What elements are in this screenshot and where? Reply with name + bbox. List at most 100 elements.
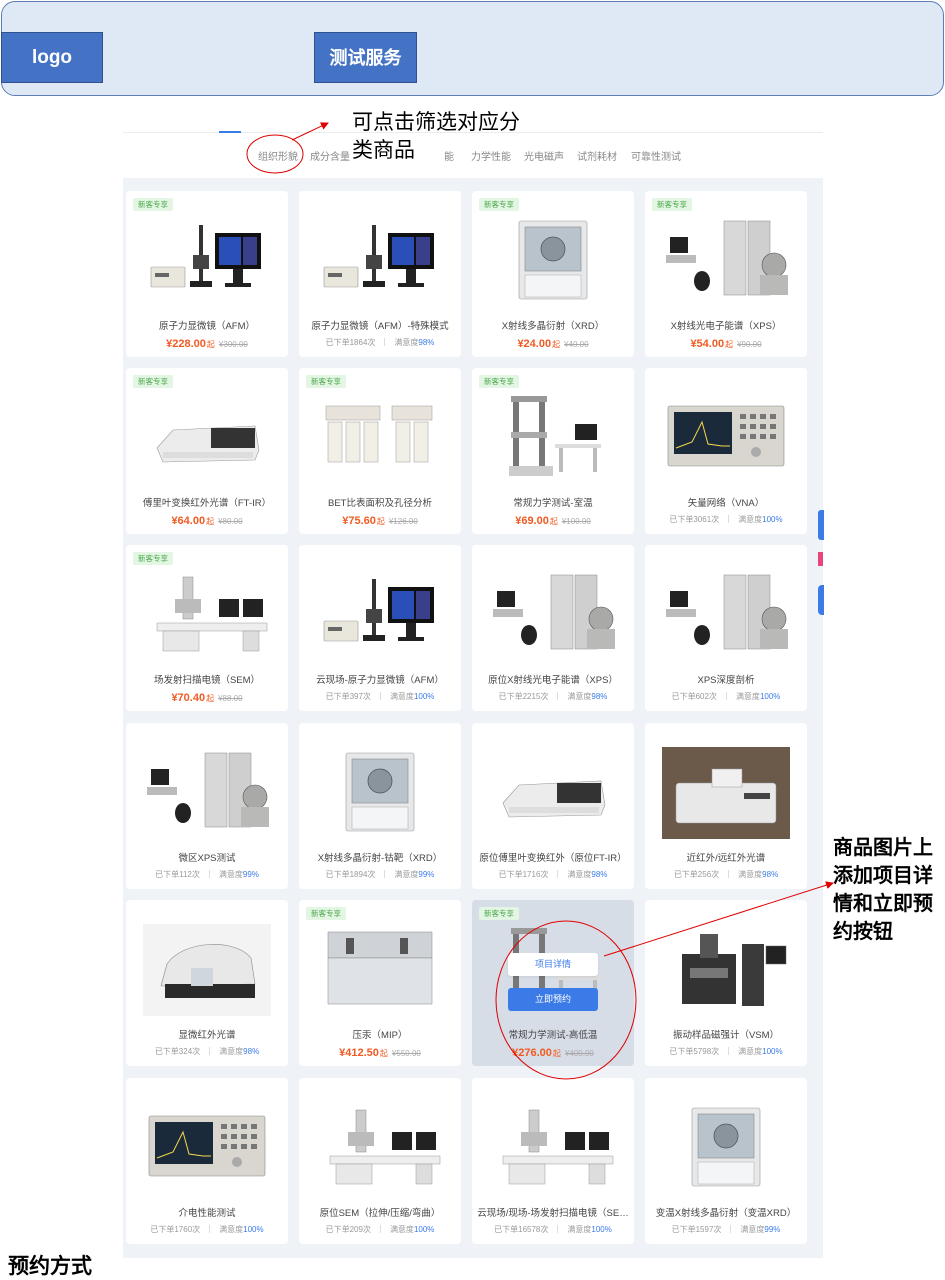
xps-icon[interactable] bbox=[662, 569, 790, 661]
product-meta: 已下单397次 满意度100% bbox=[299, 691, 461, 702]
order-count: 已下单112次 bbox=[155, 870, 200, 879]
product-title[interactable]: XPS深度剖析 bbox=[649, 672, 803, 686]
sem-icon[interactable] bbox=[316, 1102, 444, 1194]
product-price: ¥69.00 bbox=[515, 515, 549, 527]
product-card[interactable]: 原位SEM（拉伸/压缩/弯曲） 已下单209次 满意度100% bbox=[299, 1078, 461, 1244]
product-title[interactable]: 近红外/远红外光谱 bbox=[649, 850, 803, 864]
product-card[interactable]: 新客专享 原子力显微镜（AFM） ¥228.00起 ¥300.00 bbox=[126, 191, 288, 357]
product-card[interactable]: 云现场/现场-场发射扫描电镜（SE… 已下单16578次 满意度100% bbox=[472, 1078, 634, 1244]
product-title[interactable]: 原子力显微镜（AFM） bbox=[130, 318, 284, 332]
product-title[interactable]: BET比表面积及孔径分析 bbox=[303, 495, 457, 509]
product-title[interactable]: 微区XPS测试 bbox=[130, 850, 284, 864]
category-tab-5[interactable]: 试剂耗材 bbox=[577, 148, 617, 163]
book-now-button[interactable]: 立即预约 bbox=[508, 988, 598, 1011]
bet-icon[interactable] bbox=[316, 392, 444, 484]
xps-icon[interactable] bbox=[489, 569, 617, 661]
product-title[interactable]: 云现场/现场-场发射扫描电镜（SE… bbox=[476, 1205, 630, 1219]
category-tab-0[interactable]: 组织形貌 bbox=[258, 148, 298, 163]
product-card[interactable]: 近红外/远红外光谱 已下单256次 满意度98% bbox=[645, 723, 807, 889]
product-title[interactable]: 振动样品磁强计（VSM） bbox=[649, 1027, 803, 1041]
product-title[interactable]: 原子力显微镜（AFM）-特殊模式 bbox=[303, 318, 457, 332]
order-count: 已下单1864次 bbox=[325, 338, 376, 347]
product-card[interactable]: XPS深度剖析 已下单602次 满意度100% bbox=[645, 545, 807, 711]
product-card[interactable]: 原子力显微镜（AFM）-特殊模式 已下单1864次 满意度98% bbox=[299, 191, 461, 357]
afm-icon[interactable] bbox=[316, 215, 444, 307]
product-card[interactable]: 新客专享 BET比表面积及孔径分析 ¥75.60起 ¥126.00 bbox=[299, 368, 461, 534]
vna-icon[interactable] bbox=[143, 1102, 271, 1194]
product-card[interactable]: 新客专享 常规力学测试-室温 ¥69.00起 ¥100.00 bbox=[472, 368, 634, 534]
product-card[interactable]: 介电性能测试 已下单1760次 满意度100% bbox=[126, 1078, 288, 1244]
project-detail-button[interactable]: 项目详情 bbox=[508, 953, 598, 976]
product-card[interactable]: 显微红外光谱 已下单324次 满意度98% bbox=[126, 900, 288, 1066]
product-title[interactable]: 常规力学测试-室温 bbox=[476, 495, 630, 509]
order-count: 已下单1760次 bbox=[150, 1225, 201, 1234]
product-title[interactable]: X射线多晶衍射（XRD） bbox=[476, 318, 630, 332]
category-tab-1[interactable]: 成分含量 bbox=[310, 148, 350, 163]
product-card[interactable]: 变温X射线多晶衍射（变温XRD） 已下单1597次 满意度99% bbox=[645, 1078, 807, 1244]
xps-icon[interactable] bbox=[143, 747, 271, 839]
product-title[interactable]: 原位X射线光电子能谱（XPS） bbox=[476, 672, 630, 686]
product-title[interactable]: X射线多晶衍射-钴靶（XRD） bbox=[303, 850, 457, 864]
product-title[interactable]: 原位傅里叶变换红外（原位FT-IR） bbox=[476, 850, 630, 864]
ftir-icon[interactable] bbox=[489, 747, 617, 839]
product-price: ¥276.00 bbox=[512, 1047, 552, 1059]
product-card[interactable]: 新客专享 压汞（MIP） ¥412.50起 ¥550.00 bbox=[299, 900, 461, 1066]
floating-service-widget[interactable] bbox=[818, 510, 824, 540]
xrd-icon[interactable] bbox=[316, 747, 444, 839]
order-count: 已下单2215次 bbox=[498, 692, 549, 701]
nir-icon[interactable] bbox=[662, 747, 790, 839]
product-card[interactable]: 原位X射线光电子能谱（XPS） 已下单2215次 满意度98% bbox=[472, 545, 634, 711]
product-price: ¥75.60 bbox=[342, 515, 376, 527]
xrd-icon[interactable] bbox=[489, 215, 617, 307]
product-card[interactable]: 振动样品磁强计（VSM） 已下单5798次 满意度100% bbox=[645, 900, 807, 1066]
product-title[interactable]: 矢量网络（VNA） bbox=[649, 495, 803, 509]
tensile-icon[interactable] bbox=[489, 392, 617, 484]
order-count: 已下单397次 bbox=[325, 692, 371, 701]
product-title[interactable]: 介电性能测试 bbox=[130, 1205, 284, 1219]
product-card[interactable]: 微区XPS测试 已下单112次 满意度99% bbox=[126, 723, 288, 889]
product-card[interactable]: X射线多晶衍射-钴靶（XRD） 已下单1894次 满意度99% bbox=[299, 723, 461, 889]
header-bar bbox=[1, 1, 944, 96]
product-title[interactable]: 压汞（MIP） bbox=[303, 1027, 457, 1041]
afm-icon[interactable] bbox=[143, 215, 271, 307]
product-card[interactable]: 原位傅里叶变换红外（原位FT-IR） 已下单1716次 满意度98% bbox=[472, 723, 634, 889]
product-title[interactable]: 原位SEM（拉伸/压缩/弯曲） bbox=[303, 1205, 457, 1219]
xps-icon[interactable] bbox=[662, 215, 790, 307]
product-card[interactable]: 新客专享 X射线光电子能谱（XPS） ¥54.00起 ¥90.00 bbox=[645, 191, 807, 357]
price-line: ¥75.60起 ¥126.00 bbox=[299, 511, 461, 529]
mip-icon[interactable] bbox=[316, 924, 444, 1016]
price-line: ¥412.50起 ¥550.00 bbox=[299, 1043, 461, 1061]
original-price: ¥100.00 bbox=[561, 517, 591, 526]
product-card[interactable]: 新客专享 傅里叶变换红外光谱（FT-IR） ¥64.00起 ¥80.00 bbox=[126, 368, 288, 534]
sem-icon[interactable] bbox=[489, 1102, 617, 1194]
microir-icon[interactable] bbox=[143, 924, 271, 1016]
product-title[interactable]: 变温X射线多晶衍射（变温XRD） bbox=[649, 1205, 803, 1219]
new-customer-badge: 新客专享 bbox=[652, 198, 692, 211]
floating-chat-widget[interactable] bbox=[818, 585, 824, 615]
satisfaction: 满意度100% bbox=[735, 692, 781, 701]
product-card[interactable]: 云现场-原子力显微镜（AFM） 已下单397次 满意度100% bbox=[299, 545, 461, 711]
product-title[interactable]: X射线光电子能谱（XPS） bbox=[649, 318, 803, 332]
ftir-icon[interactable] bbox=[143, 392, 271, 484]
product-price: ¥24.00 bbox=[517, 338, 552, 350]
sem-icon[interactable] bbox=[143, 569, 271, 661]
logo[interactable]: logo bbox=[1, 32, 103, 83]
product-title[interactable]: 场发射扫描电镜（SEM） bbox=[130, 672, 284, 686]
product-card[interactable]: 新客专享 场发射扫描电镜（SEM） ¥70.40起 ¥88.00 bbox=[126, 545, 288, 711]
vna-icon[interactable] bbox=[662, 392, 790, 484]
afm-icon[interactable] bbox=[316, 569, 444, 661]
vsm-icon[interactable] bbox=[662, 924, 790, 1016]
price-line: ¥70.40起 ¥88.00 bbox=[126, 688, 288, 706]
product-title[interactable]: 常规力学测试-高低温 bbox=[476, 1027, 630, 1041]
product-title[interactable]: 云现场-原子力显微镜（AFM） bbox=[303, 672, 457, 686]
product-card[interactable]: 新客专享 常规力学测试-高低温 ¥276.00起 ¥400.00 项目详情 立即预约 bbox=[472, 900, 634, 1066]
category-tab-6[interactable]: 可靠性测试 bbox=[631, 148, 681, 163]
nav-test-service[interactable]: 测试服务 bbox=[314, 32, 417, 83]
product-title[interactable]: 傅里叶变换红外光谱（FT-IR） bbox=[130, 495, 284, 509]
product-grid: 新客专享 原子力显微镜（AFM） ¥228.00起 ¥300.00 原子力显微镜（AF… bbox=[123, 178, 823, 1258]
xrd-icon[interactable] bbox=[662, 1102, 790, 1194]
product-card[interactable]: 矢量网络（VNA） 已下单3061次 满意度100% bbox=[645, 368, 807, 534]
product-price: ¥412.50 bbox=[339, 1047, 379, 1059]
product-title[interactable]: 显微红外光谱 bbox=[130, 1027, 284, 1041]
product-card[interactable]: 新客专享 X射线多晶衍射（XRD） ¥24.00起 ¥40.00 bbox=[472, 191, 634, 357]
